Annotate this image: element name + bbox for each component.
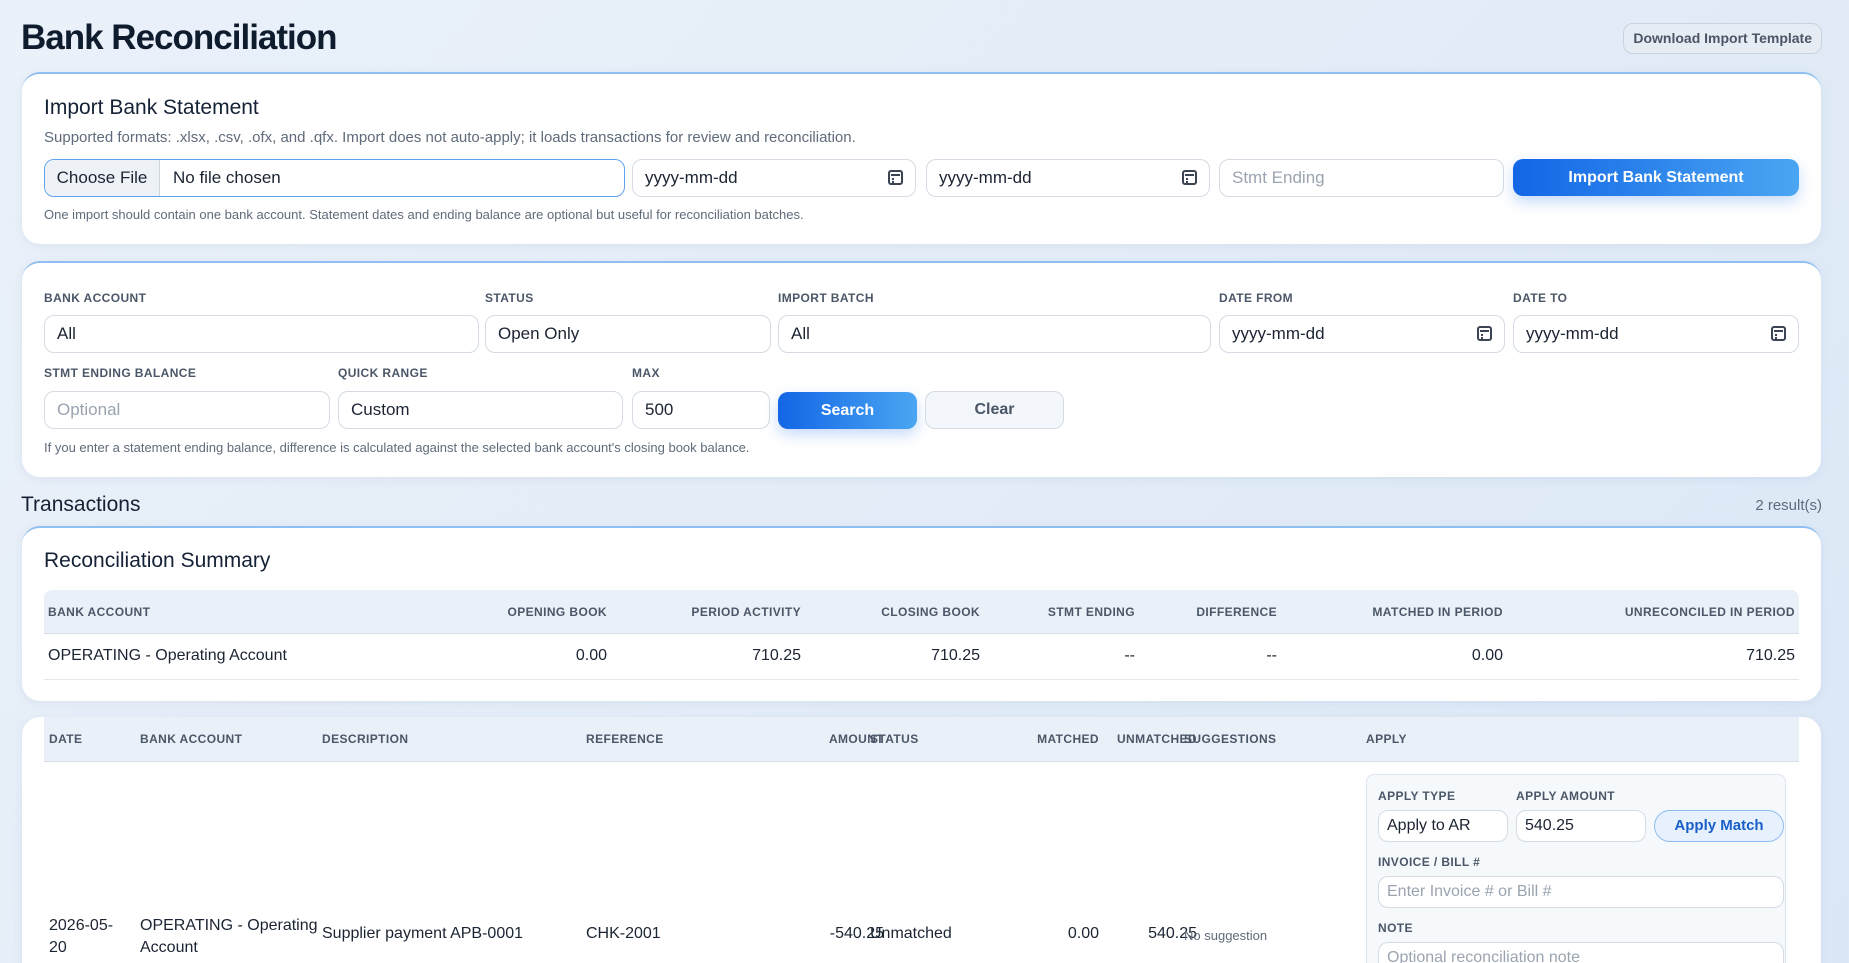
statement-end-date-input[interactable]: yyyy-mm-dd bbox=[926, 159, 1210, 197]
filters-card: BANK ACCOUNT All STATUS Open Only IMPORT… bbox=[22, 261, 1821, 477]
stmt-ending-balance-label: STMT ENDING BALANCE bbox=[44, 366, 197, 380]
summary-cell: 0.00 bbox=[1471, 647, 1503, 664]
summary-cell: 0.00 bbox=[575, 647, 607, 664]
summary-header: BANK ACCOUNT bbox=[48, 605, 151, 619]
choose-file-button[interactable]: Choose File bbox=[45, 160, 160, 196]
import-batch-select[interactable]: All bbox=[778, 315, 1211, 353]
page-title: Bank Reconciliation bbox=[21, 18, 338, 57]
reconciliation-summary-card: Reconciliation Summary BANK ACCOUNT OPEN… bbox=[22, 526, 1821, 701]
download-template-button[interactable]: Download Import Template bbox=[1623, 23, 1822, 54]
table-cell-date: 2026-05- 20 bbox=[49, 917, 114, 956]
invoice-bill-input[interactable]: Enter Invoice # or Bill # bbox=[1378, 876, 1784, 908]
table-cell-reference: CHK-2001 bbox=[586, 925, 661, 942]
summary-cell: 710.25 bbox=[931, 647, 980, 664]
import-note: One import should contain one bank accou… bbox=[44, 207, 804, 222]
table-header-row bbox=[44, 717, 1799, 761]
calendar-icon[interactable] bbox=[1771, 326, 1786, 341]
import-subtitle: Supported formats: .xlsx, .csv, .ofx, an… bbox=[44, 129, 856, 146]
transactions-title: Transactions bbox=[21, 493, 141, 516]
table-header: REFERENCE bbox=[586, 732, 664, 746]
table-cell-suggestion: No suggestion bbox=[1184, 928, 1268, 943]
filters-note: If you enter a statement ending balance,… bbox=[44, 440, 750, 455]
stmt-ending-balance-input[interactable]: Optional bbox=[44, 391, 330, 429]
note-label: NOTE bbox=[1378, 921, 1413, 935]
file-name-label: No file chosen bbox=[173, 168, 281, 187]
import-batch-label: IMPORT BATCH bbox=[778, 291, 874, 305]
summary-cell: -- bbox=[1124, 647, 1135, 664]
summary-header: STMT ENDING bbox=[1047, 605, 1135, 619]
calendar-icon[interactable] bbox=[1182, 170, 1197, 185]
search-button[interactable]: Search bbox=[778, 392, 917, 429]
import-card: Import Bank Statement Supported formats:… bbox=[22, 72, 1821, 244]
table-header: DATE bbox=[49, 732, 83, 746]
table-header: DESCRIPTION bbox=[322, 732, 409, 746]
date-from-label: DATE FROM bbox=[1219, 291, 1294, 305]
date-to-input[interactable]: yyyy-mm-dd bbox=[1513, 315, 1799, 353]
bank-account-select[interactable]: All bbox=[44, 315, 479, 353]
summary-header: MATCHED IN PERIOD bbox=[1372, 605, 1503, 619]
summary-header: DIFFERENCE bbox=[1196, 605, 1277, 619]
import-title: Import Bank Statement bbox=[44, 96, 259, 119]
quick-range-label: QUICK RANGE bbox=[338, 366, 428, 380]
table-header: APPLY bbox=[1366, 732, 1407, 746]
bank-account-label: BANK ACCOUNT bbox=[44, 291, 147, 305]
result-count: 2 result(s) bbox=[1755, 497, 1822, 514]
clear-button[interactable]: Clear bbox=[925, 391, 1064, 429]
apply-amount-input[interactable]: 540.25 bbox=[1516, 810, 1646, 842]
table-header: BANK ACCOUNT bbox=[140, 732, 243, 746]
apply-amount-label: APPLY AMOUNT bbox=[1516, 789, 1616, 803]
max-input[interactable]: 500 bbox=[632, 391, 770, 429]
quick-range-select[interactable]: Custom bbox=[338, 391, 623, 429]
table-header-divider bbox=[44, 761, 1799, 762]
summary-title: Reconciliation Summary bbox=[44, 549, 271, 572]
table-cell-matched: 0.00 bbox=[1067, 925, 1099, 942]
table-header: STATUS bbox=[870, 732, 919, 746]
summary-cell: 710.25 bbox=[1746, 647, 1795, 664]
apply-panel: APPLY TYPE Apply to AR APPLY AMOUNT 540.… bbox=[1366, 774, 1786, 963]
calendar-icon[interactable] bbox=[1477, 326, 1492, 341]
apply-type-label: APPLY TYPE bbox=[1378, 789, 1456, 803]
summary-cell: -- bbox=[1266, 647, 1277, 664]
import-bank-statement-button[interactable]: Import Bank Statement bbox=[1513, 159, 1799, 196]
table-cell-bank-account: OPERATING - Operating Account bbox=[140, 917, 318, 956]
note-input[interactable]: Optional reconciliation note bbox=[1378, 942, 1784, 963]
table-header: SUGGESTIONS bbox=[1184, 732, 1277, 746]
transactions-table-card: DATE BANK ACCOUNT DESCRIPTION REFERENCE … bbox=[22, 717, 1821, 963]
date-from-input[interactable]: yyyy-mm-dd bbox=[1219, 315, 1505, 353]
table-header: MATCHED bbox=[1037, 732, 1099, 746]
summary-cell: OPERATING - Operating Account bbox=[48, 647, 287, 664]
invoice-bill-label: INVOICE / BILL # bbox=[1378, 855, 1481, 869]
table-cell-description: Supplier payment APB-0001 bbox=[322, 925, 524, 942]
table-cell-status: Unmatched bbox=[870, 925, 952, 942]
apply-match-button[interactable]: Apply Match bbox=[1654, 810, 1784, 842]
max-label: MAX bbox=[632, 366, 660, 380]
summary-header: PERIOD ACTIVITY bbox=[691, 605, 801, 619]
summary-header: UNRECONCILED IN PERIOD bbox=[1624, 605, 1795, 619]
file-input[interactable]: Choose File No file chosen bbox=[44, 159, 625, 197]
summary-cell: 710.25 bbox=[752, 647, 801, 664]
summary-header: CLOSING BOOK bbox=[881, 605, 980, 619]
summary-row bbox=[44, 633, 1799, 680]
calendar-icon[interactable] bbox=[888, 170, 903, 185]
statement-start-date-input[interactable]: yyyy-mm-dd bbox=[632, 159, 916, 197]
status-select[interactable]: Open Only bbox=[485, 315, 771, 353]
status-label: STATUS bbox=[485, 291, 534, 305]
summary-header: OPENING BOOK bbox=[507, 605, 607, 619]
stmt-ending-input[interactable]: Stmt Ending bbox=[1219, 159, 1504, 197]
date-to-label: DATE TO bbox=[1513, 291, 1568, 305]
apply-type-select[interactable]: Apply to AR bbox=[1378, 810, 1508, 842]
